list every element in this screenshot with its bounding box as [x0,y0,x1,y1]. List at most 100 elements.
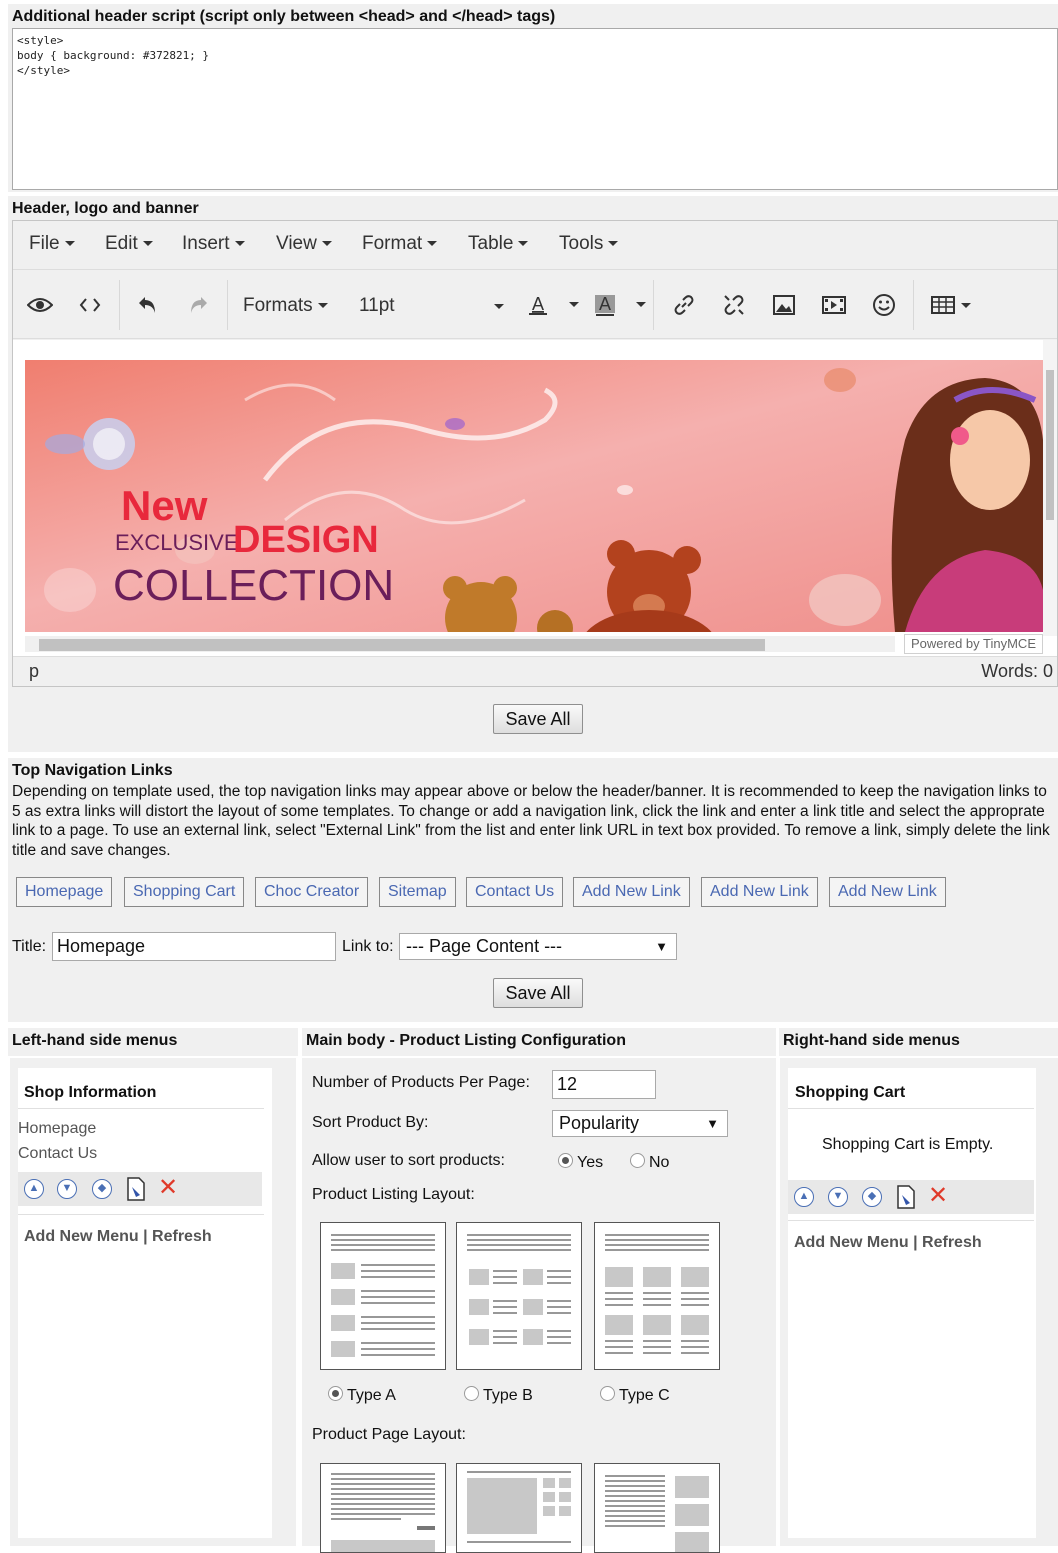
listing-layout-type-c[interactable] [594,1222,720,1370]
radio-unchecked-icon[interactable] [630,1153,645,1169]
main-body-header: Main body - Product Listing Configuratio… [302,1028,776,1056]
vertical-scroll-thumb[interactable] [1046,370,1054,520]
chevron-down-icon [960,302,971,308]
delete-icon[interactable]: ✕ [928,1182,948,1210]
move-down-icon[interactable]: ▼ [828,1187,848,1207]
menu-view[interactable]: View [276,233,332,255]
listing-type-b-option[interactable]: Type B [464,1386,533,1405]
page-layout-type-b[interactable] [456,1463,582,1553]
listing-layout-type-a[interactable] [320,1222,446,1370]
nav-link-add-new-2[interactable]: Add New Link [701,877,818,907]
menu-file[interactable]: File [29,233,75,255]
radio-checked-icon[interactable] [328,1386,343,1402]
left-menus-column: Shop Information Homepage Contact Us ▲ ▼… [10,1058,296,1546]
link-icon[interactable] [667,288,701,322]
source-code-icon[interactable] [73,288,107,322]
nav-link-add-new-3[interactable]: Add New Link [829,877,946,907]
right-menus-column: Shopping Cart Shopping Cart is Empty. ▲ … [780,1058,1058,1546]
menu-table[interactable]: Table [468,233,529,255]
preview-icon[interactable] [23,288,57,322]
emoticon-icon[interactable] [867,288,901,322]
link-to-select[interactable]: --- Page Content --- ▼ [399,933,677,960]
save-all-button[interactable]: Save All [493,704,583,734]
add-new-menu-refresh-link[interactable]: Add New Menu | Refresh [794,1234,982,1252]
nav-link-add-new-1[interactable]: Add New Link [573,877,690,907]
chevron-down-icon[interactable] [636,302,646,307]
redo-icon[interactable] [181,288,215,322]
delete-icon[interactable]: ✕ [158,1174,178,1202]
element-path[interactable]: p [29,661,39,682]
left-menu-item-contact-us[interactable]: Contact Us [18,1145,97,1163]
radio-unchecked-icon[interactable] [600,1386,615,1402]
image-icon[interactable] [767,288,801,322]
cart-empty-message: Shopping Cart is Empty. [822,1136,994,1153]
listing-type-a-label: Type A [347,1387,396,1404]
header-banner-label: Header, logo and banner [12,200,199,217]
edit-document-icon[interactable] [126,1177,146,1201]
undo-icon[interactable] [131,288,165,322]
add-new-menu-refresh-link[interactable]: Add New Menu | Refresh [24,1228,212,1246]
menu-tools[interactable]: Tools [559,233,619,255]
formats-dropdown[interactable]: Formats [243,295,328,317]
svg-text:A: A [599,294,611,314]
header-script-textarea[interactable]: <style> body { background: #372821; } </… [12,28,1058,190]
horizontal-scroll-thumb[interactable] [39,639,765,651]
move-side-icon[interactable]: ◆ [862,1187,882,1207]
move-down-icon[interactable]: ▼ [57,1179,77,1199]
edit-document-icon[interactable] [896,1185,916,1209]
menu-table-label: Table [468,233,514,254]
menu-edit[interactable]: Edit [105,233,153,255]
right-menus-header: Right-hand side menus [779,1028,1058,1056]
nav-link-shopping-cart[interactable]: Shopping Cart [124,877,245,907]
rich-text-editor: File Edit Insert View Format Table Tools [12,220,1058,687]
powered-by-label[interactable]: Powered by TinyMCE [904,634,1043,654]
chevron-down-icon[interactable] [569,302,579,307]
nav-link-sitemap[interactable]: Sitemap [379,877,456,907]
sort-by-label: Sort Product By: [312,1114,429,1131]
background-color-icon[interactable]: A [588,288,622,322]
dropdown-arrow-icon: ▼ [655,939,668,954]
move-up-icon[interactable]: ▲ [24,1179,44,1199]
allow-sort-no-option[interactable]: No [630,1153,669,1172]
chevron-down-icon [494,304,504,309]
page-layout-type-c[interactable] [594,1463,720,1553]
banner-title-design: DESIGN [233,519,379,561]
menu-format-label: Format [362,233,423,254]
menu-tools-label: Tools [559,233,604,254]
editor-statusbar: p Words: 0 [13,656,1057,686]
nav-link-homepage[interactable]: Homepage [16,877,113,907]
listing-layout-type-b[interactable] [456,1222,582,1370]
right-menu-toolbar: ▲ ▼ ◆ ✕ [788,1180,1034,1214]
menu-format[interactable]: Format [362,233,438,255]
save-all-button-nav[interactable]: Save All [493,978,583,1008]
media-icon[interactable] [817,288,851,322]
shopping-cart-title: Shopping Cart [795,1084,906,1101]
link-to-value: --- Page Content --- [406,936,563,956]
radio-unchecked-icon[interactable] [464,1386,479,1402]
products-per-page-input[interactable]: 12 [552,1070,656,1099]
link-title-input[interactable]: Homepage [52,932,336,961]
move-up-icon[interactable]: ▲ [794,1187,814,1207]
move-side-icon[interactable]: ◆ [92,1179,112,1199]
menu-insert[interactable]: Insert [182,233,245,255]
editor-vertical-scrollbar[interactable] [1043,340,1057,636]
listing-type-a-option[interactable]: Type A [328,1386,396,1405]
top-navigation-section: Top Navigation Links Depending on templa… [8,758,1058,1022]
unlink-icon[interactable] [717,288,751,322]
page-layout-type-a[interactable] [320,1463,446,1553]
nav-link-choc-creator[interactable]: Choc Creator [255,877,369,907]
chevron-down-icon [518,241,529,247]
radio-checked-icon[interactable] [558,1153,573,1169]
editor-horizontal-scrollbar[interactable] [25,636,895,652]
nav-link-contact-us[interactable]: Contact Us [466,877,564,907]
table-icon[interactable] [927,288,973,322]
sort-by-select[interactable]: Popularity ▼ [552,1110,728,1137]
listing-type-c-option[interactable]: Type C [600,1386,670,1405]
font-color-icon[interactable]: A [521,288,555,322]
editor-content-area[interactable]: New EXCLUSIVE DESIGN COLLECTION Powered … [13,340,1057,656]
left-menu-item-homepage[interactable]: Homepage [18,1120,96,1138]
products-per-page-label: Number of Products Per Page: [312,1074,530,1091]
font-size-dropdown[interactable]: 11pt [359,295,504,317]
chevron-down-icon [321,241,332,247]
allow-sort-yes-option[interactable]: Yes [558,1153,603,1172]
